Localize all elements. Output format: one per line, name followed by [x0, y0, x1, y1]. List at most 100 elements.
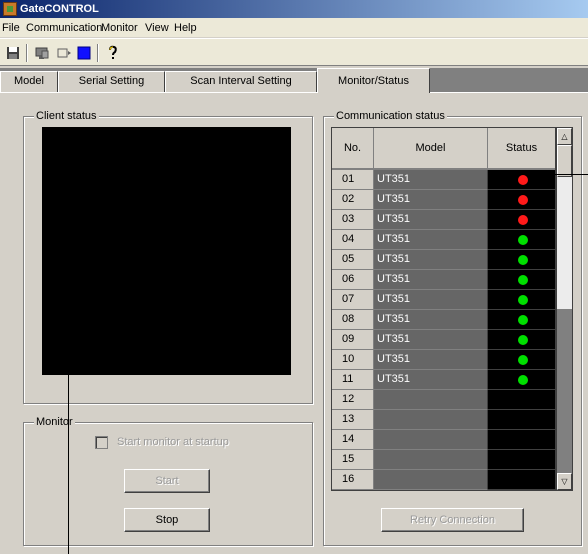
- table-row[interactable]: 16: [332, 470, 555, 490]
- scrollbar-thumb[interactable]: [557, 145, 572, 177]
- table-row[interactable]: 12: [332, 390, 555, 410]
- row-status: [488, 330, 555, 350]
- row-status: [488, 270, 555, 290]
- start-button[interactable]: Start: [124, 469, 210, 493]
- row-model: [374, 470, 488, 490]
- status-led: [518, 315, 528, 325]
- status-led: [518, 355, 528, 365]
- row-number: 15: [332, 450, 374, 470]
- menu-file[interactable]: File: [2, 21, 20, 35]
- row-status: [488, 470, 555, 490]
- row-number: 09: [332, 330, 374, 350]
- table-row[interactable]: 15: [332, 450, 555, 470]
- status-led: [518, 235, 528, 245]
- toolbar-separator: [97, 44, 99, 62]
- client-status-legend: Client status: [34, 110, 99, 123]
- tab-monitor-status[interactable]: Monitor/Status: [317, 68, 430, 93]
- row-number: 01: [332, 170, 374, 190]
- header-model: Model: [374, 128, 488, 169]
- client-status-display: [42, 127, 291, 375]
- table-row[interactable]: 04 UT351: [332, 230, 555, 250]
- window-title: GateCONTROL: [20, 3, 99, 15]
- row-status: [488, 410, 555, 430]
- table-row[interactable]: 09 UT351: [332, 330, 555, 350]
- row-number: 06: [332, 270, 374, 290]
- menu-monitor[interactable]: Monitor: [101, 21, 138, 35]
- row-model: [374, 410, 488, 430]
- monitor-icon[interactable]: [55, 44, 73, 62]
- row-model: UT351: [374, 170, 488, 190]
- row-status: [488, 190, 555, 210]
- communication-table: No. Model Status 01 UT351 02 UT351 03 UT351…: [331, 127, 556, 491]
- stop-icon[interactable]: [75, 44, 93, 62]
- row-number: 02: [332, 190, 374, 210]
- toolbar-separator: [26, 44, 28, 62]
- menu-help[interactable]: Help: [174, 21, 197, 35]
- status-led: [518, 295, 528, 305]
- status-led: [518, 195, 528, 205]
- stop-button[interactable]: Stop: [124, 508, 210, 532]
- row-number: 03: [332, 210, 374, 230]
- table-row[interactable]: 01 UT351: [332, 170, 555, 190]
- row-number: 07: [332, 290, 374, 310]
- table-row[interactable]: 08 UT351: [332, 310, 555, 330]
- row-number: 14: [332, 430, 374, 450]
- row-number: 16: [332, 470, 374, 490]
- communication-status-legend: Communication status: [334, 110, 447, 123]
- title-bar: GateCONTROL: [0, 0, 588, 18]
- status-led: [518, 175, 528, 185]
- row-status: [488, 290, 555, 310]
- status-led: [518, 335, 528, 345]
- row-number: 12: [332, 390, 374, 410]
- row-status: [488, 170, 555, 190]
- tab-model[interactable]: Model: [0, 71, 58, 92]
- row-model: [374, 390, 488, 410]
- menu-view[interactable]: View: [145, 21, 169, 35]
- start-monitor-checkbox[interactable]: [95, 436, 108, 449]
- status-led: [518, 215, 528, 225]
- row-number: 08: [332, 310, 374, 330]
- table-row[interactable]: 06 UT351: [332, 270, 555, 290]
- toolbar: [0, 38, 588, 66]
- row-number: 05: [332, 250, 374, 270]
- table-row[interactable]: 13: [332, 410, 555, 430]
- help-icon[interactable]: [104, 44, 122, 62]
- row-status: [488, 430, 555, 450]
- scroll-down-icon[interactable]: ▽: [557, 473, 572, 490]
- table-row[interactable]: 07 UT351: [332, 290, 555, 310]
- menu-bar: File Communication Monitor View Help: [0, 18, 588, 38]
- row-model: UT351: [374, 190, 488, 210]
- status-led: [518, 375, 528, 385]
- tab-serial-setting[interactable]: Serial Setting: [58, 71, 165, 92]
- retry-connection-button[interactable]: Retry Connection: [381, 508, 524, 532]
- tab-strip: Model Serial Setting Scan Interval Setti…: [0, 68, 588, 93]
- save-icon[interactable]: [4, 44, 22, 62]
- tab-scan-interval-setting[interactable]: Scan Interval Setting: [165, 71, 317, 92]
- row-number: 11: [332, 370, 374, 390]
- scrollbar-track[interactable]: [557, 177, 572, 309]
- row-number: 10: [332, 350, 374, 370]
- gatecontrol-window: GateCONTROL File Communication Monitor V…: [0, 0, 588, 554]
- communication-scrollbar[interactable]: △ ▽: [556, 127, 573, 491]
- table-row[interactable]: 10 UT351: [332, 350, 555, 370]
- scroll-up-icon[interactable]: △: [557, 128, 572, 145]
- status-led: [518, 275, 528, 285]
- row-model: UT351: [374, 250, 488, 270]
- row-status: [488, 310, 555, 330]
- row-model: UT351: [374, 370, 488, 390]
- row-number: 04: [332, 230, 374, 250]
- table-row[interactable]: 11 UT351: [332, 370, 555, 390]
- row-status: [488, 370, 555, 390]
- connect-icon[interactable]: [33, 44, 51, 62]
- row-number: 13: [332, 410, 374, 430]
- table-row[interactable]: 05 UT351: [332, 250, 555, 270]
- row-model: UT351: [374, 350, 488, 370]
- table-row[interactable]: 03 UT351: [332, 210, 555, 230]
- callout-line: [548, 174, 588, 175]
- row-model: [374, 450, 488, 470]
- table-row[interactable]: 02 UT351: [332, 190, 555, 210]
- row-status: [488, 230, 555, 250]
- menu-communication[interactable]: Communication: [26, 21, 102, 35]
- status-led: [518, 255, 528, 265]
- table-row[interactable]: 14: [332, 430, 555, 450]
